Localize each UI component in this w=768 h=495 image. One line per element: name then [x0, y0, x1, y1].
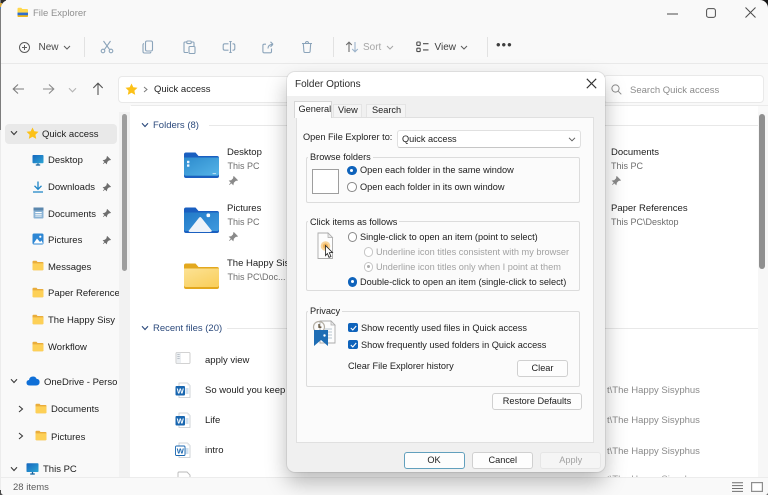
- svg-text:W: W: [177, 446, 185, 455]
- svg-text:W: W: [177, 416, 185, 425]
- svg-text:W: W: [177, 386, 185, 395]
